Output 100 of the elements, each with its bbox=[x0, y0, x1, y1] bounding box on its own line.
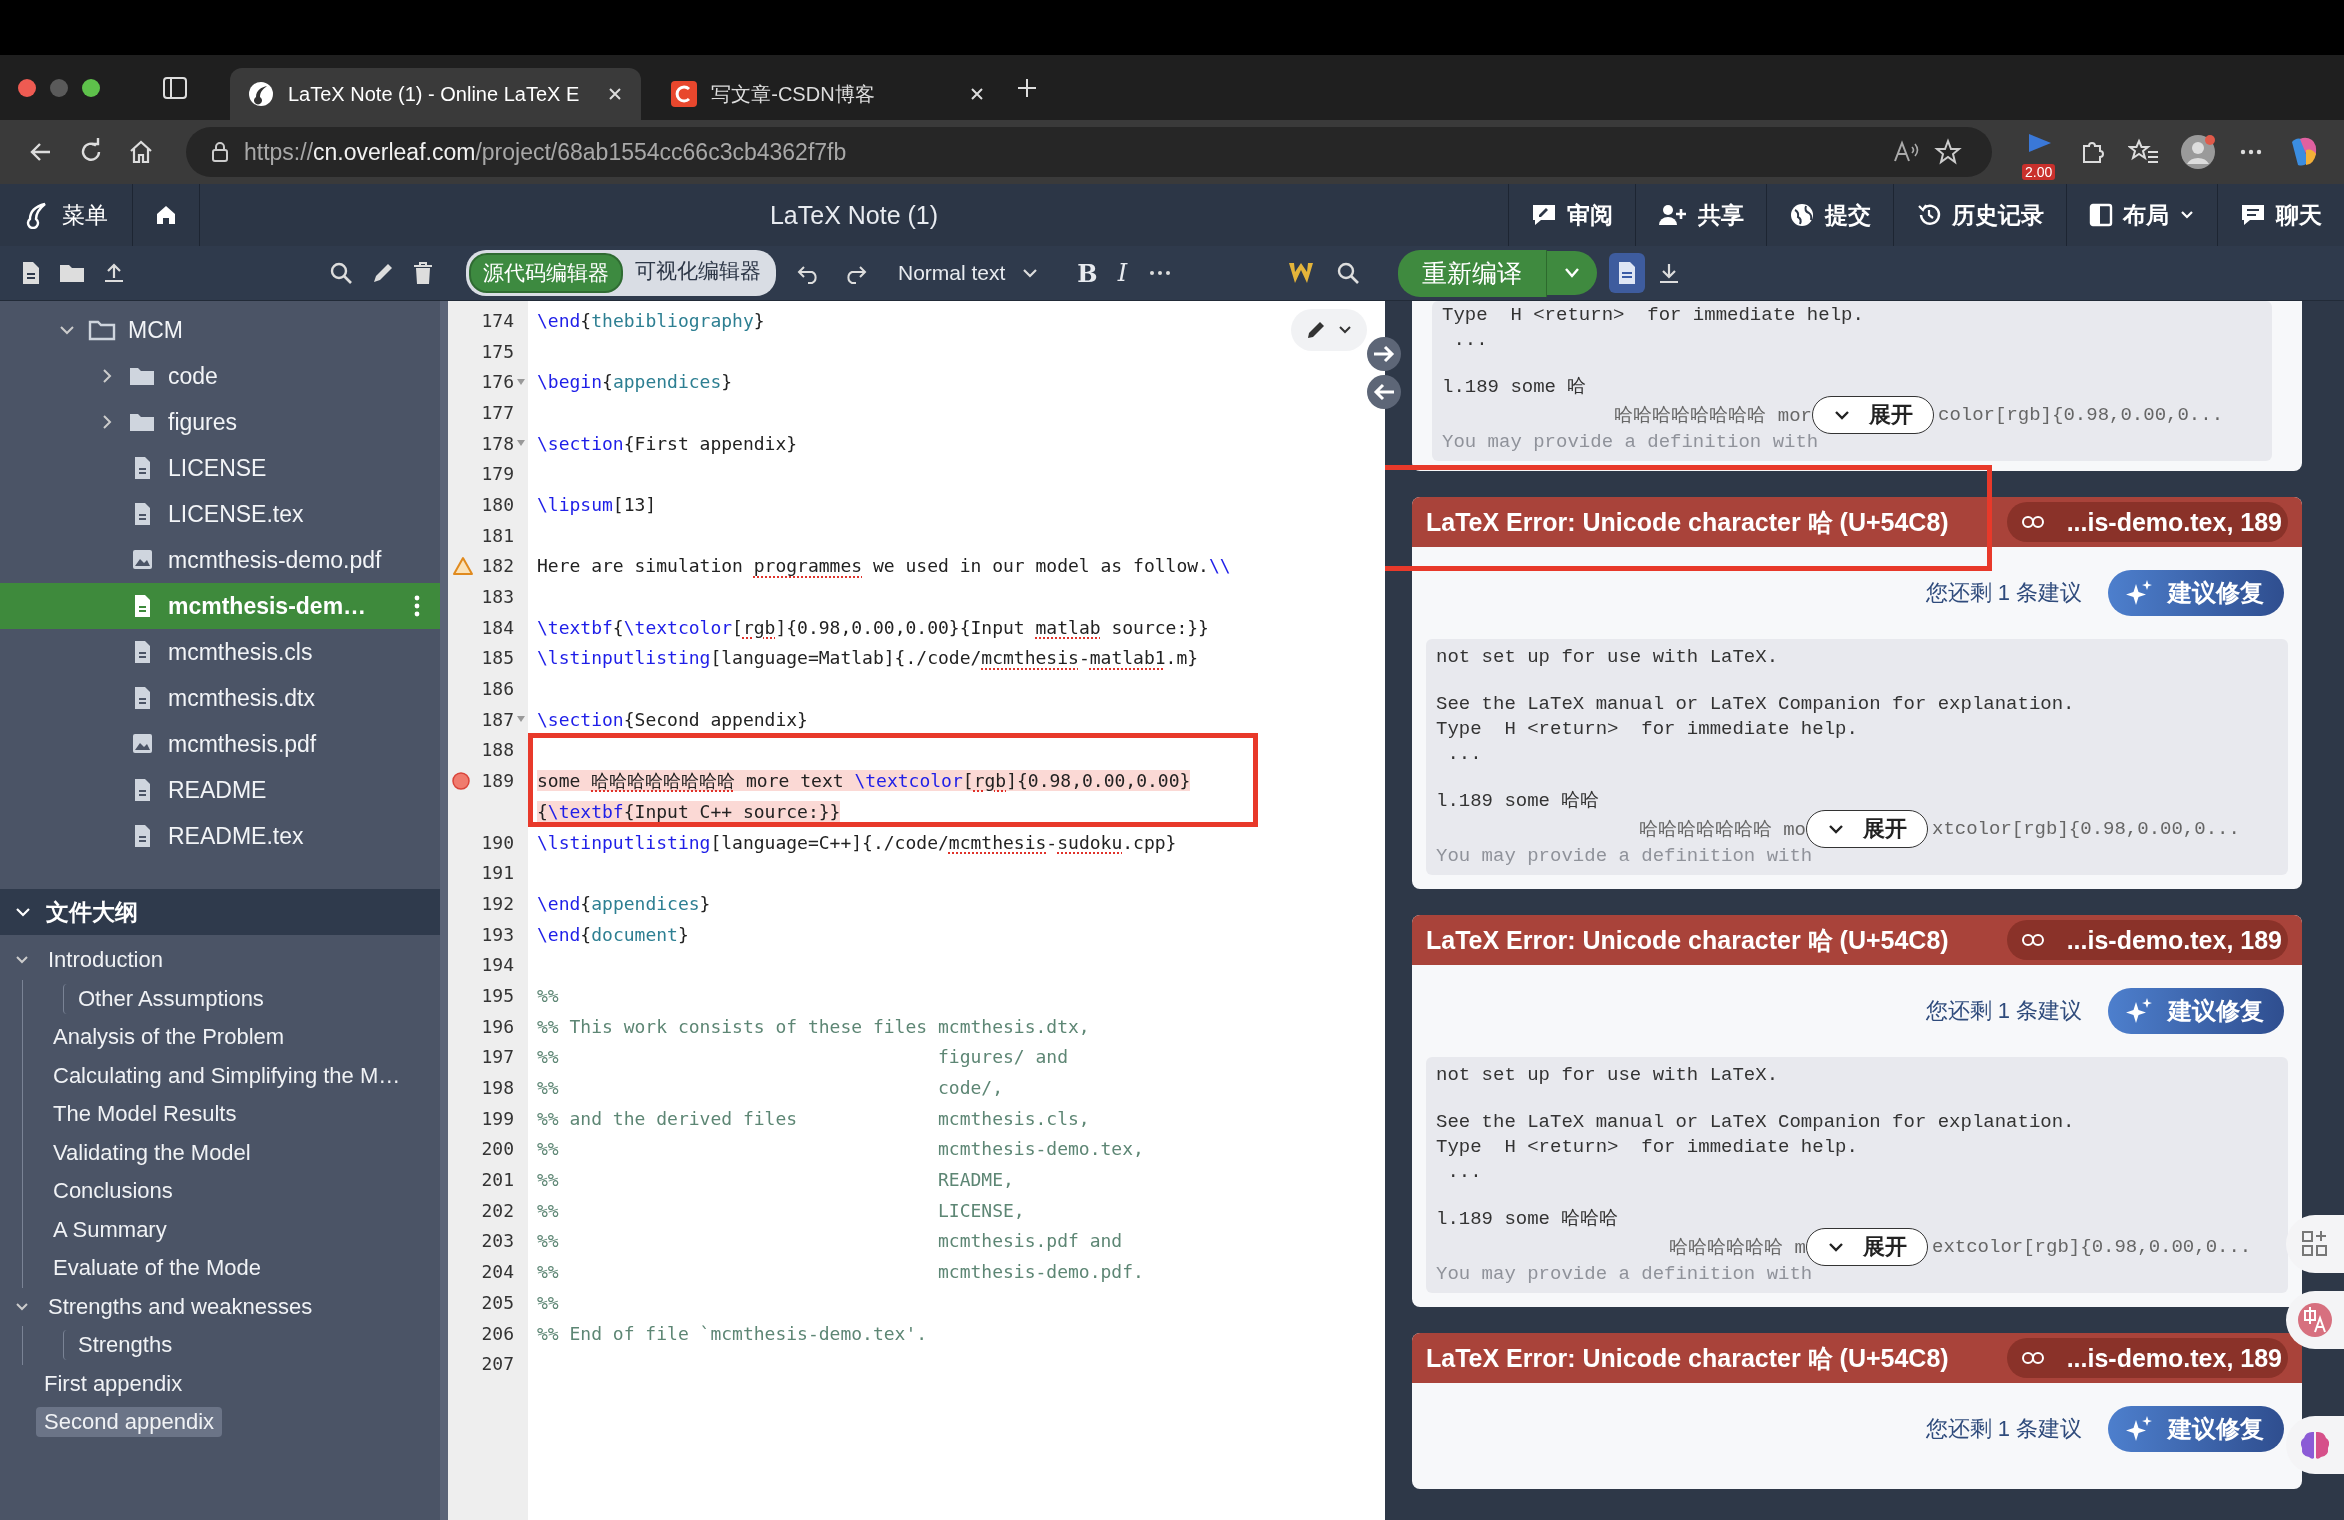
caret-icon bbox=[1021, 267, 1040, 279]
line-number: 198 bbox=[481, 1077, 514, 1099]
editor-mode-tab[interactable]: 可视化编辑器 bbox=[623, 253, 773, 293]
translate-button[interactable] bbox=[2286, 1291, 2344, 1349]
suggest-fix-button[interactable]: 建议修复 bbox=[2108, 570, 2284, 616]
recompile-button[interactable]: 重新编译 bbox=[1398, 249, 1547, 297]
browser-tab[interactable]: LaTeX Note (1) - Online LaTeX E bbox=[230, 68, 642, 120]
bold-button[interactable]: B bbox=[1077, 258, 1098, 288]
close-icon[interactable] bbox=[607, 86, 624, 102]
code-line: \begin{appendices} bbox=[537, 371, 733, 393]
c-logo-icon bbox=[671, 81, 698, 107]
italic-button[interactable]: I bbox=[1117, 259, 1128, 287]
error-title: LaTeX Error: Unicode character 哈 (U+54C8) bbox=[1426, 506, 1949, 538]
brain-button[interactable] bbox=[2286, 1416, 2344, 1474]
arrow-left-icon bbox=[1371, 382, 1397, 402]
file-item[interactable]: mcmthesis.pdf bbox=[0, 721, 440, 767]
new-file-icon[interactable] bbox=[20, 260, 42, 286]
line-number: 178 bbox=[481, 432, 514, 454]
apps-button[interactable] bbox=[2286, 1215, 2344, 1273]
code-line: \section{Second appendix} bbox=[537, 708, 808, 730]
outline-item[interactable]: Analysis of the Problem bbox=[45, 1022, 293, 1053]
log-line: color[rgb]{0.98,0.00,0... bbox=[1937, 404, 2224, 426]
caret-icon bbox=[1833, 409, 1851, 421]
avatar-icon[interactable] bbox=[2180, 134, 2216, 170]
folder-icon bbox=[128, 365, 156, 387]
star-icon[interactable] bbox=[1934, 138, 1962, 166]
line-number: 181 bbox=[481, 524, 514, 546]
outline-item[interactable]: Strengths and weaknesses bbox=[40, 1291, 321, 1322]
file-item[interactable]: mcmthesis-dem… bbox=[0, 583, 440, 629]
expand-button[interactable]: 展开 bbox=[1806, 810, 1928, 848]
editor-mode-tab[interactable]: 源代码编辑器 bbox=[469, 253, 623, 293]
suggest-fix-button[interactable]: 建议修复 bbox=[2108, 988, 2284, 1034]
folder-item[interactable]: code bbox=[0, 353, 440, 399]
file-item[interactable]: LICENSE.tex bbox=[0, 491, 440, 537]
address-field[interactable]: https://cn.overleaf.com/project/68ab1554cc66c3cb4362f7fb bbox=[186, 127, 1992, 177]
trash-icon[interactable] bbox=[412, 260, 434, 286]
brain-icon bbox=[2298, 1429, 2332, 1461]
expand-button[interactable]: 展开 bbox=[1806, 1228, 1928, 1266]
code-line: \section{First appendix} bbox=[537, 432, 798, 454]
code-line: %% README, bbox=[537, 1169, 1014, 1191]
file-item[interactable]: README bbox=[0, 767, 440, 813]
suggestion-count: 您还剩 1 条建议 bbox=[1925, 997, 2082, 1025]
outline-item[interactable]: Evaluate of the Mode bbox=[45, 1253, 269, 1284]
outline-item[interactable]: Validating the Model bbox=[45, 1137, 259, 1168]
search-icon[interactable] bbox=[328, 260, 354, 286]
link-icon bbox=[2020, 933, 2045, 947]
line-number: 203 bbox=[481, 1230, 514, 1252]
outline-header[interactable]: 文件大纲 bbox=[0, 889, 440, 935]
file-item[interactable]: LICENSE bbox=[0, 445, 440, 491]
code-line: %% bbox=[537, 1291, 559, 1313]
search-icon[interactable] bbox=[1335, 260, 1361, 286]
line-number: 189 bbox=[481, 770, 514, 792]
location-link[interactable]: ...is-demo.tex, 189 bbox=[2006, 502, 2288, 542]
file-item[interactable]: README.tex bbox=[0, 813, 440, 859]
close-window-button[interactable] bbox=[18, 78, 36, 97]
suggest-fix-button[interactable]: 建议修复 bbox=[2108, 1406, 2284, 1452]
globe-icon bbox=[1789, 202, 1815, 228]
home-icon bbox=[154, 203, 178, 227]
folder-icon bbox=[128, 411, 156, 433]
minimize-window-button[interactable] bbox=[50, 78, 68, 97]
sidebar-icon[interactable] bbox=[162, 75, 188, 100]
close-icon[interactable] bbox=[969, 86, 986, 102]
file-item[interactable]: mcmthesis.dtx bbox=[0, 675, 440, 721]
folder-item[interactable]: figures bbox=[0, 399, 440, 445]
outline-item[interactable]: The Model Results bbox=[45, 1099, 245, 1130]
location-link[interactable]: ...is-demo.tex, 189 bbox=[2006, 1338, 2288, 1378]
pdf-view-button[interactable] bbox=[1609, 253, 1645, 293]
expand-button[interactable]: 展开 bbox=[1812, 396, 1934, 434]
arrow-right-button[interactable] bbox=[1367, 337, 1401, 371]
code-line: some 哈哈哈哈哈哈哈哈 more text \textcolor[rgb]{0.98,0.00,0.00} bbox=[537, 769, 1191, 791]
upload-icon[interactable] bbox=[102, 261, 126, 285]
log-line: 哈哈哈哈哈哈哈 mo bbox=[1637, 818, 1806, 842]
line-number: 194 bbox=[481, 954, 514, 976]
outline-item[interactable]: Introduction bbox=[40, 945, 171, 976]
recompile-options-button[interactable] bbox=[1547, 251, 1597, 295]
folder-item[interactable]: MCM bbox=[0, 307, 440, 353]
kebab-icon[interactable] bbox=[412, 593, 422, 619]
outline-item[interactable]: Other Assumptions bbox=[63, 983, 272, 1014]
edit-mode-button[interactable] bbox=[1291, 309, 1367, 351]
comment-icon bbox=[1531, 203, 1557, 227]
outline-item[interactable]: First appendix bbox=[36, 1368, 191, 1399]
outline-item[interactable]: Strengths bbox=[63, 1330, 181, 1361]
location-link[interactable]: ...is-demo.tex, 189 bbox=[2006, 920, 2288, 960]
file-item[interactable]: mcmthesis.cls bbox=[0, 629, 440, 675]
code-line: \textbf{\textcolor[rgb]{0.98,0.00,0.00}{Input matlab source:}} bbox=[537, 616, 1209, 638]
history-icon bbox=[1916, 202, 1942, 228]
outline-item[interactable]: Conclusions bbox=[45, 1176, 181, 1207]
file-item[interactable]: mcmthesis-demo.pdf bbox=[0, 537, 440, 583]
maximize-window-button[interactable] bbox=[82, 78, 100, 97]
apps-icon bbox=[2300, 1229, 2330, 1259]
arrow-left-button[interactable] bbox=[1367, 375, 1401, 409]
log-line: l.189 some 哈 bbox=[1442, 375, 1588, 400]
outline-item[interactable]: Calculating and Simplifying the M… bbox=[45, 1060, 409, 1091]
line-number: 179 bbox=[481, 463, 514, 485]
outline-item[interactable]: Second appendix bbox=[36, 1407, 223, 1438]
outline-item[interactable]: A Summary bbox=[45, 1214, 175, 1245]
browser-tab[interactable]: 写文章-CSDN博客 bbox=[653, 68, 1004, 120]
download-icon[interactable] bbox=[1657, 261, 1681, 285]
tab-title: LaTeX Note (1) - Online LaTeX E bbox=[288, 82, 580, 106]
text-style-dropdown[interactable]: Normal text bbox=[898, 261, 1040, 285]
